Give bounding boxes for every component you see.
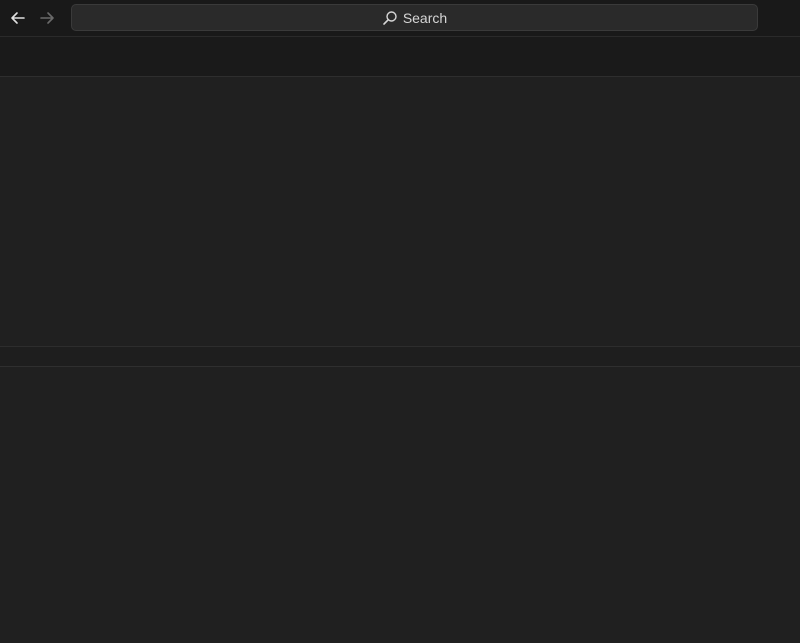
panel-divider[interactable]: [0, 347, 800, 367]
forward-button[interactable]: [36, 7, 58, 29]
search-label: Search: [402, 9, 448, 26]
back-button[interactable]: [7, 7, 29, 29]
arrow-right-icon: [40, 12, 54, 24]
app-window: Search: [0, 0, 800, 643]
arrow-left-icon: [11, 12, 25, 24]
top-content-panel: [0, 77, 800, 347]
toolbar: [0, 37, 800, 77]
search-icon: [382, 10, 398, 26]
title-bar: Search: [0, 0, 800, 37]
bottom-content-panel: [0, 367, 800, 643]
search-input[interactable]: Search: [71, 4, 758, 31]
